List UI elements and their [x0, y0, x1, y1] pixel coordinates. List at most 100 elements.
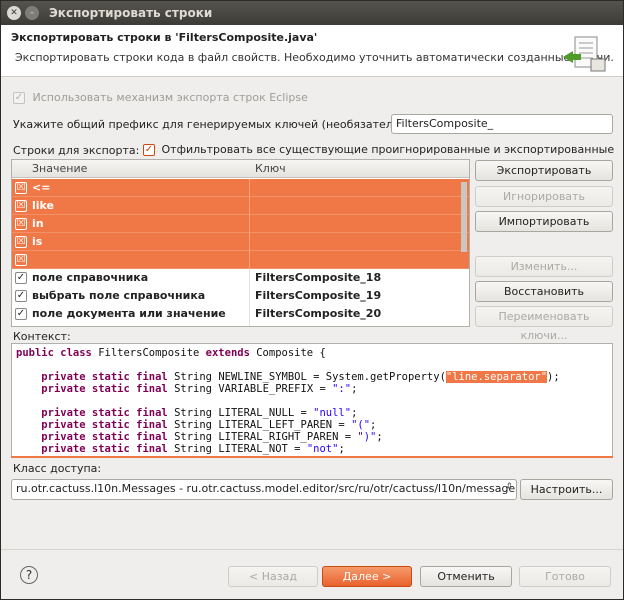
finish-button[interactable]: Готово [519, 566, 611, 587]
use-eclipse-checkbox[interactable]: ✓ [13, 92, 25, 104]
row-value: поле справочника [32, 271, 149, 284]
externalize-strings-icon [563, 36, 606, 72]
row-value: поле документа или значение [32, 307, 226, 320]
code-token: "not" [306, 443, 339, 455]
internalize-button[interactable]: Импортировать [475, 211, 613, 232]
row-value: выбрать поле справочника [32, 289, 206, 302]
window-title: Экспортировать строки [49, 6, 213, 20]
column-divider [249, 233, 250, 251]
table-scrollbar[interactable] [461, 182, 467, 252]
edit-button[interactable]: Изменить... [475, 256, 613, 277]
strings-table[interactable]: Значение Ключ ☒ <= ☒ like ☒ in ☒ is ☒ ✓ поле справ… [11, 159, 470, 327]
code-token: String NEWLINE_SYMBOL = System.getProper… [174, 371, 446, 383]
table-header: Значение Ключ [12, 160, 469, 178]
rename-keys-button[interactable]: Переименовать ключи... [475, 306, 613, 342]
accessor-class-combo[interactable]: ru.otr.cactuss.l10n.Messages - ru.otr.ca… [11, 479, 517, 500]
cancel-button[interactable]: Отменить [420, 566, 512, 587]
column-divider [249, 251, 250, 269]
row-checkbox[interactable]: ☒ [15, 254, 27, 266]
code-line: private static final String LITERAL_LEFT… [16, 419, 608, 431]
table-row[interactable]: ☒ is [12, 233, 469, 251]
row-checkbox[interactable]: ✓ [15, 272, 27, 284]
access-label: Класс доступа: [13, 462, 102, 475]
filter-checkbox[interactable]: ✓ [143, 144, 155, 156]
wizard-message: Экспортировать строки кода в файл свойст… [15, 51, 614, 64]
table-row[interactable]: ✓ выбрать поле документа FiltersComposite_… [12, 323, 469, 327]
chevron-updown-icon: ⇕ [505, 482, 513, 492]
column-divider [249, 197, 250, 215]
code-token: ); [547, 371, 560, 383]
column-key[interactable]: Ключ [255, 162, 286, 175]
row-value: выбрать поле документа [32, 325, 192, 326]
wizard-title: Экспортировать строки в 'FiltersComposit… [11, 31, 318, 44]
row-key: FiltersComposite_19 [255, 289, 382, 302]
row-checkbox[interactable]: ✓ [15, 308, 27, 320]
code-token: String LITERAL_NULL = [174, 407, 314, 419]
code-token: extends [205, 347, 257, 359]
code-line: public class FiltersComposite extends Co… [16, 347, 608, 359]
ignore-button[interactable]: Игнорировать [475, 186, 613, 207]
code-token: private static final [41, 383, 175, 395]
row-value: in [32, 217, 44, 230]
configure-button[interactable]: Настроить... [520, 479, 613, 500]
code-token: private static final [41, 443, 175, 455]
code-token: "null" [313, 407, 352, 419]
table-row[interactable]: ✓ выбрать поле справочника FiltersComposit… [12, 287, 469, 305]
table-row[interactable]: ☒ [12, 251, 469, 269]
highlighted-string: "line.separator" [445, 371, 548, 383]
code-line: private static final String VARIABLE_PRE… [16, 383, 608, 395]
column-divider [249, 179, 250, 197]
code-line: private static final String LITERAL_NULL… [16, 407, 608, 419]
table-row[interactable]: ☒ like [12, 197, 469, 215]
footer-divider [1, 549, 623, 550]
table-row[interactable]: ☒ <= [12, 179, 469, 197]
restore-button[interactable]: Восстановить [475, 281, 613, 302]
back-button[interactable]: < Назад [228, 566, 318, 587]
next-button[interactable]: Далее > [322, 566, 412, 587]
column-divider [249, 269, 250, 287]
code-token: String LITERAL_NOT = [174, 443, 307, 455]
code-token: private static final [41, 407, 175, 419]
code-token: ; [351, 383, 358, 395]
row-key: FiltersComposite_21 [255, 325, 381, 326]
code-token: "(" [351, 419, 371, 431]
row-checkbox[interactable]: ☒ [15, 218, 27, 230]
row-checkbox[interactable]: ☒ [15, 182, 27, 194]
row-checkbox[interactable]: ☒ [15, 200, 27, 212]
code-token: ")" [357, 431, 377, 443]
column-divider [249, 215, 250, 233]
column-divider [249, 305, 250, 323]
accessor-class-value: ru.otr.cactuss.l10n.Messages - ru.otr.ca… [16, 482, 517, 495]
close-icon[interactable]: ✕ [7, 6, 21, 20]
row-key: FiltersComposite_18 [255, 271, 382, 284]
prefix-input[interactable]: FiltersComposite_ [391, 114, 613, 134]
title-bar: ✕ – Экспортировать строки [1, 1, 623, 25]
code-token: String LITERAL_RIGHT_PAREN = [174, 431, 358, 443]
context-label: Контекст: [13, 330, 71, 343]
table-row[interactable]: ✓ поле справочника FiltersComposite_18 [12, 269, 469, 287]
code-token: ; [376, 431, 383, 443]
row-checkbox[interactable]: ✓ [15, 326, 27, 327]
row-checkbox[interactable]: ✓ [15, 290, 27, 302]
column-divider [249, 323, 250, 326]
table-row[interactable]: ✓ поле документа или значение FiltersCompo… [12, 305, 469, 323]
code-line: private static final String LITERAL_NOT … [16, 443, 608, 455]
help-icon[interactable]: ? [20, 566, 38, 584]
row-key: FiltersComposite_20 [255, 307, 382, 320]
wizard-header: Экспортировать строки в 'FiltersComposit… [1, 25, 623, 77]
code-token: public class [16, 347, 99, 359]
export-button[interactable]: Экспортировать [475, 160, 613, 181]
row-checkbox[interactable]: ☒ [15, 236, 27, 248]
table-row[interactable]: ☒ in [12, 215, 469, 233]
column-value[interactable]: Значение [32, 162, 87, 175]
use-eclipse-option[interactable]: ✓ Использовать механизм экспорта строк E… [13, 91, 308, 104]
code-token: ; [370, 419, 377, 431]
context-code-view[interactable]: public class FiltersComposite extends Co… [11, 343, 613, 457]
minimize-icon[interactable]: – [25, 6, 39, 20]
